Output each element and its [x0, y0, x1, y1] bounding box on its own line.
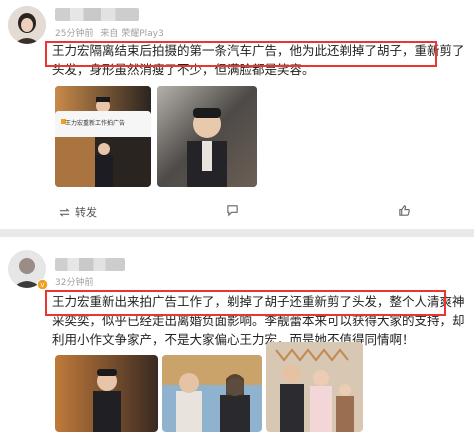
action-bar: 转发 — [0, 204, 474, 220]
username-blurred[interactable] — [55, 8, 139, 21]
comment-button[interactable] — [226, 204, 239, 217]
post-image-2[interactable] — [157, 86, 257, 187]
post-meta: 32分钟前 — [55, 275, 93, 288]
highlight-box — [45, 290, 446, 316]
comment-icon — [227, 205, 238, 217]
post-image-3[interactable] — [266, 342, 363, 432]
post-meta: 25分钟前 来自 荣耀Play3 — [55, 26, 164, 39]
post-time: 32分钟前 — [55, 278, 94, 288]
repost-button[interactable]: 转发 — [58, 204, 97, 220]
highlight-box — [45, 41, 437, 67]
image-caption: 王力宏重新工作拍广告 — [65, 120, 126, 127]
post-time: 25分钟前 — [55, 29, 94, 39]
post-image-1[interactable] — [55, 355, 158, 432]
username-blurred[interactable] — [55, 258, 125, 271]
like-icon — [399, 205, 410, 216]
post-image-2[interactable] — [162, 355, 262, 432]
like-button[interactable] — [398, 204, 411, 217]
post-source: 来自 荣耀Play3 — [100, 29, 164, 39]
weibo-post-2: v 32分钟前 王力宏重新出来拍广告工作了，剃掉了胡子还重新剪了头发，整个人清爽… — [0, 237, 474, 432]
repost-label: 转发 — [75, 206, 97, 219]
svg-text:v: v — [40, 281, 44, 289]
verified-badge-icon: v — [37, 279, 48, 290]
avatar[interactable] — [8, 6, 46, 44]
weibo-post-1: 25分钟前 来自 荣耀Play3 王力宏隔离结束后拍摄的第一条汽车广告，他为此还… — [0, 0, 474, 229]
repost-icon — [59, 207, 70, 217]
